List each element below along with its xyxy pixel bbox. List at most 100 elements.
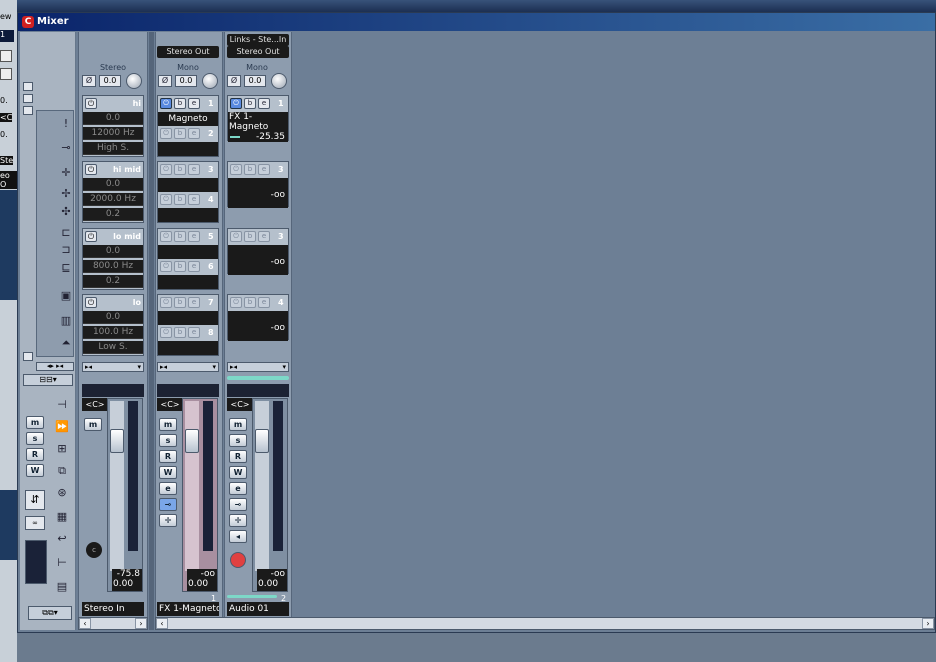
- insert-icon[interactable]: ✢: [59, 187, 73, 201]
- send-slot-field[interactable]: -oo: [228, 178, 288, 208]
- read-automation-button[interactable]: R: [229, 450, 247, 463]
- volume-readout[interactable]: -75.8 0.00: [112, 569, 142, 591]
- insert-bypass-icon[interactable]: b: [174, 98, 186, 109]
- insert-edit-icon[interactable]: e: [188, 164, 200, 175]
- eq-freq-field[interactable]: 2000.0 Hz: [83, 193, 143, 206]
- meter-overview-icon[interactable]: [25, 540, 47, 584]
- main-scrollbar[interactable]: ‹ ›: [155, 617, 935, 630]
- eq-icon[interactable]: ⊏: [59, 226, 73, 240]
- send-edit-icon[interactable]: e: [258, 164, 270, 175]
- volume-fader[interactable]: [110, 429, 124, 453]
- channel-section-dropdown[interactable]: ▸◂ ▾: [157, 362, 219, 372]
- eq-bypass-icon[interactable]: ✛: [229, 514, 247, 527]
- send-edit-icon[interactable]: e: [258, 297, 270, 308]
- output-routing[interactable]: Stereo Out: [157, 46, 219, 58]
- send-slot-field[interactable]: -oo: [228, 245, 288, 275]
- send-power-icon[interactable]: ⏻: [230, 297, 242, 308]
- global-write-button[interactable]: W: [26, 464, 44, 477]
- eq-freq-field[interactable]: 100.0 Hz: [83, 326, 143, 339]
- read-automation-button[interactable]: R: [159, 450, 177, 463]
- eq-q-field[interactable]: Low S.: [83, 341, 143, 354]
- insert-bypass-icon[interactable]: b: [174, 327, 186, 338]
- fader-track[interactable]: [110, 401, 124, 571]
- input-gain-value[interactable]: 0.0: [244, 75, 266, 87]
- channel-section-dropdown[interactable]: ▸◂ ▾: [82, 362, 144, 372]
- volume-readout[interactable]: -oo 0.00: [257, 569, 287, 591]
- bars-icon[interactable]: ▦: [55, 510, 69, 524]
- global-read-button[interactable]: R: [26, 448, 44, 461]
- eq-freq-field[interactable]: 12000 Hz: [83, 127, 143, 140]
- input-gain-knob[interactable]: [271, 73, 287, 89]
- write-automation-button[interactable]: W: [159, 466, 177, 479]
- insert-power-icon[interactable]: ⏻: [160, 327, 172, 338]
- channel-name[interactable]: Stereo In: [82, 602, 144, 616]
- pan-display[interactable]: <C>: [227, 398, 253, 411]
- input-routing[interactable]: Links - Ste...In: [227, 34, 289, 46]
- insert-edit-icon[interactable]: e: [188, 261, 200, 272]
- global-mute-button[interactable]: m: [26, 416, 44, 429]
- send-prepost-icon[interactable]: b: [244, 231, 256, 242]
- eq-gain-field[interactable]: 0.0: [83, 112, 143, 125]
- phase-button[interactable]: Ø: [82, 75, 96, 87]
- return-icon[interactable]: ↩: [55, 532, 69, 546]
- panel-toggle-icon[interactable]: [23, 82, 33, 91]
- eq-gain-field[interactable]: 0.0: [83, 245, 143, 258]
- phase-button[interactable]: Ø: [227, 75, 241, 87]
- output-routing[interactable]: Stereo Out: [227, 46, 289, 58]
- input-gain-value[interactable]: 0.0: [175, 75, 197, 87]
- output-icon[interactable]: ▣: [59, 289, 73, 303]
- monitor-speaker-icon[interactable]: ◂: [229, 530, 247, 543]
- eq-power-icon[interactable]: ⏻: [85, 164, 97, 175]
- strip-button[interactable]: [0, 50, 12, 62]
- insert-bypass-icon[interactable]: b: [174, 297, 186, 308]
- insert-bypass-icon[interactable]: b: [174, 164, 186, 175]
- pan-display[interactable]: <C>: [157, 398, 183, 411]
- eq-power-icon[interactable]: ⏻: [85, 231, 97, 242]
- insert-slot-name[interactable]: [158, 208, 218, 222]
- panel-options-dropdown[interactable]: ⊟⊟▾: [23, 374, 73, 386]
- volume-fader[interactable]: [185, 429, 199, 453]
- send-prepost-icon[interactable]: b: [244, 98, 256, 109]
- send-prepost-icon[interactable]: b: [244, 164, 256, 175]
- output-route-icon[interactable]: ⊢: [55, 556, 69, 570]
- left-scrollbar[interactable]: ‹ ›: [78, 617, 148, 630]
- edit-button[interactable]: e: [229, 482, 247, 495]
- reset-icon[interactable]: ⇵: [25, 490, 45, 510]
- eq-power-icon[interactable]: ⏻: [85, 98, 97, 109]
- panel-scroll-arrows[interactable]: ◂▸ ▸◂: [36, 362, 74, 371]
- eq-q-field[interactable]: 0.2: [83, 275, 143, 288]
- insert-bypass-icon[interactable]: ⊸: [159, 498, 177, 511]
- scroll-left-icon[interactable]: ‹: [156, 618, 168, 629]
- global-solo-button[interactable]: s: [26, 432, 44, 445]
- eq-alt-icon[interactable]: ⊐: [59, 243, 73, 257]
- insert-edit-icon[interactable]: e: [188, 98, 200, 109]
- insert-power-icon[interactable]: ⏻: [160, 98, 172, 109]
- insert-power-icon[interactable]: ⏻: [160, 231, 172, 242]
- split-icon[interactable]: ⊞: [55, 442, 69, 456]
- write-automation-button[interactable]: W: [229, 466, 247, 479]
- insert-power-icon[interactable]: ⏻: [160, 164, 172, 175]
- insert-power-icon[interactable]: ⏻: [160, 297, 172, 308]
- panel-toggle-icon[interactable]: [23, 94, 33, 103]
- send-edit-icon[interactable]: e: [258, 231, 270, 242]
- fader-track[interactable]: [185, 401, 199, 571]
- insert-slot-name[interactable]: [158, 341, 218, 355]
- input-icon[interactable]: ⊣: [55, 398, 69, 412]
- mute-button[interactable]: m: [84, 418, 102, 431]
- eq-power-icon[interactable]: ⏻: [85, 297, 97, 308]
- insert-slot-name[interactable]: [158, 311, 218, 325]
- strip-button[interactable]: [0, 68, 12, 80]
- eq-freq-field[interactable]: 800.0 Hz: [83, 260, 143, 273]
- sends-icon[interactable]: ⊑: [59, 261, 73, 275]
- insert-slot-name[interactable]: [158, 245, 218, 259]
- insert-bypass-icon[interactable]: b: [174, 128, 186, 139]
- eq-q-field[interactable]: High S.: [83, 142, 143, 155]
- edit-button[interactable]: e: [159, 482, 177, 495]
- mixer-titlebar[interactable]: C Mixer: [18, 13, 935, 31]
- send-power-icon[interactable]: ⏻: [230, 98, 242, 109]
- insert-edit-icon[interactable]: e: [188, 297, 200, 308]
- solo-button[interactable]: s: [229, 434, 247, 447]
- insert-slot-name[interactable]: Magneto: [158, 112, 218, 126]
- insert-edit-icon[interactable]: e: [188, 327, 200, 338]
- input-gain-knob[interactable]: [202, 73, 218, 89]
